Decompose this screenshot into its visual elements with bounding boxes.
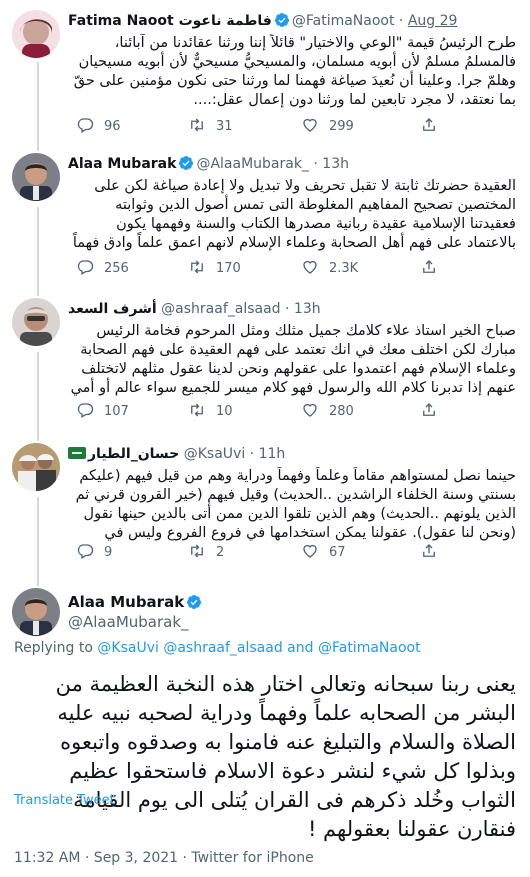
display-name[interactable]: Alaa Mubarak xyxy=(68,156,176,172)
handle[interactable]: @AlaaMubarak_ xyxy=(196,156,309,172)
tweet-timestamp[interactable]: 11:32 AM · Sep 3, 2021 · Twitter for iPh… xyxy=(14,848,314,868)
handle[interactable]: @ashraaf_alsaad xyxy=(161,301,280,317)
like-count: 2.3K xyxy=(329,261,359,276)
like-button[interactable]: 280 xyxy=(301,401,354,421)
display-name[interactable]: Fatima Naoot فاطمة ناعوت xyxy=(68,13,272,29)
retweet-icon xyxy=(191,544,203,558)
tweet-text: العقيدة حضرتك ثابتة لا تقبل تحريف ولا تب… xyxy=(72,178,516,255)
retweet-button[interactable]: 10 xyxy=(188,401,233,421)
like-count: 67 xyxy=(329,545,346,560)
tweet[interactable]: حسان_الطيار @KsaUvi · 11h حينما نصل لمست… xyxy=(0,435,530,580)
handle[interactable]: @AlaaMubarak_ xyxy=(68,612,189,632)
like-icon xyxy=(303,403,317,417)
like-count: 299 xyxy=(329,119,354,134)
tweet-text: حينما نصل لمستواهم مقاماً وعلماً وفهماً … xyxy=(75,468,516,545)
reply-count: 107 xyxy=(104,404,129,419)
display-name[interactable]: حسان_الطيار xyxy=(88,446,179,462)
like-icon xyxy=(303,118,317,132)
reply-count: 9 xyxy=(104,545,113,560)
verified-icon xyxy=(187,595,202,609)
replying-prefix: Replying to xyxy=(14,640,93,656)
translate-tweet-link[interactable]: Translate Tweet xyxy=(14,792,115,810)
avatar[interactable] xyxy=(12,153,60,201)
avatar[interactable] xyxy=(12,298,60,346)
avatar[interactable] xyxy=(12,443,60,491)
timestamp[interactable]: 13h xyxy=(322,156,349,172)
share-button[interactable] xyxy=(420,258,448,278)
main-tweet-text: يعنى ربنا سبحانه وتعالى اختار هذه النخبة… xyxy=(55,672,516,841)
like-count: 280 xyxy=(329,404,354,419)
timestamp[interactable]: 13h xyxy=(294,301,321,317)
share-button[interactable] xyxy=(420,116,448,136)
like-button[interactable]: 67 xyxy=(301,542,346,562)
like-icon xyxy=(303,544,317,558)
like-button[interactable]: 299 xyxy=(301,116,354,136)
like-icon xyxy=(303,260,317,274)
main-tweet: Alaa Mubarak @AlaaMubarak_ Replying to @… xyxy=(0,580,530,877)
reply-icon xyxy=(77,118,94,133)
saudi-flag-icon xyxy=(68,447,86,459)
share-button[interactable] xyxy=(420,542,448,562)
avatar[interactable] xyxy=(12,588,60,636)
timestamp[interactable]: Aug 29 xyxy=(408,13,458,29)
retweet-icon xyxy=(191,118,203,132)
replying-users-link[interactable]: @KsaUvi @ashraaf_alsaad xyxy=(97,640,282,656)
tweet[interactable]: أشرف السعد @ashraaf_alsaad · 13h صباح ال… xyxy=(0,290,530,435)
reply-button[interactable]: 9 xyxy=(76,542,112,562)
replying-to: Replying to @KsaUvi @ashraaf_alsaad and … xyxy=(14,638,421,658)
reply-icon xyxy=(77,260,94,275)
retweet-count: 10 xyxy=(216,404,233,419)
separator-dot: · xyxy=(308,156,323,172)
retweet-icon xyxy=(191,403,203,417)
tweet-text: طرح الرئيسُ قيمة "الوعي والاختيار" قائلا… xyxy=(73,35,516,108)
tweet[interactable]: Fatima Naoot فاطمة ناعوت @FatimaNaoot · A… xyxy=(0,0,530,145)
reply-button[interactable]: 96 xyxy=(76,116,121,136)
tweet[interactable]: Alaa Mubarak @AlaaMubarak_ · 13h العقيدة … xyxy=(0,145,530,290)
replying-and: and xyxy=(287,640,314,656)
reply-icon xyxy=(77,544,94,559)
like-button[interactable]: 2.3K xyxy=(301,258,358,278)
share-icon xyxy=(423,544,435,557)
retweet-count: 2 xyxy=(216,545,225,560)
handle[interactable]: @KsaUvi xyxy=(184,446,245,462)
share-icon xyxy=(423,118,435,131)
reply-count: 96 xyxy=(104,119,121,134)
retweet-count: 31 xyxy=(216,119,233,134)
retweet-count: 170 xyxy=(216,261,241,276)
separator-dot: · xyxy=(280,301,294,317)
retweet-icon xyxy=(191,260,203,274)
verified-icon xyxy=(179,156,194,170)
reply-button[interactable]: 256 xyxy=(76,258,129,278)
display-name[interactable]: أشرف السعد xyxy=(68,301,157,317)
separator-dot: · xyxy=(245,446,259,462)
retweet-button[interactable]: 170 xyxy=(188,258,241,278)
retweet-button[interactable]: 2 xyxy=(188,542,224,562)
tweet-text: صباح الخير استاذ علاء كلامك جميل مثلك وم… xyxy=(70,323,516,396)
share-icon xyxy=(423,260,435,273)
retweet-button[interactable]: 31 xyxy=(188,116,233,136)
replying-last-link[interactable]: @FatimaNaoot xyxy=(318,640,421,656)
handle[interactable]: @FatimaNaoot xyxy=(292,13,395,29)
share-icon xyxy=(423,403,435,416)
main-display-name-row[interactable]: Alaa Mubarak xyxy=(68,592,204,612)
reply-icon xyxy=(77,403,94,418)
timestamp[interactable]: 11h xyxy=(259,446,286,462)
display-name[interactable]: Alaa Mubarak xyxy=(68,593,184,611)
verified-icon xyxy=(274,13,289,27)
reply-button[interactable]: 107 xyxy=(76,401,129,421)
avatar[interactable] xyxy=(12,10,60,58)
share-button[interactable] xyxy=(420,401,448,421)
separator-dot: · xyxy=(394,13,408,29)
reply-count: 256 xyxy=(104,261,129,276)
